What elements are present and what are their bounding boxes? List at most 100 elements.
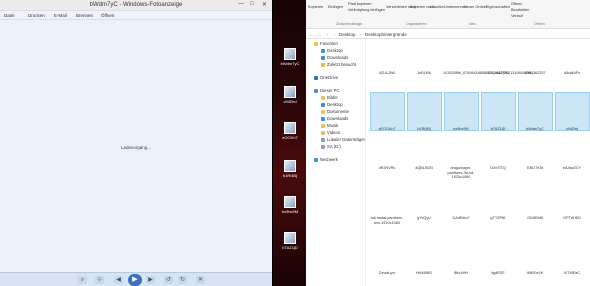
file-item[interactable]: c9IiZhd bbox=[554, 127, 590, 132]
folder-icon bbox=[321, 123, 325, 128]
photo-viewer-window: bWdm7yC - Windows-Fotoanzeige — □ ✕ Date… bbox=[0, 0, 272, 286]
drive-icon bbox=[321, 137, 325, 142]
zoom-icon[interactable]: ⌕ bbox=[78, 276, 87, 284]
file-item[interactable]: bTAZ1jD bbox=[480, 127, 516, 132]
file-item[interactable]: 1d01f06 bbox=[406, 71, 442, 76]
fit-icon[interactable]: ⊹ bbox=[95, 276, 104, 284]
close-button[interactable]: ✕ bbox=[262, 1, 267, 8]
file-item[interactable]: iXTMEaC bbox=[554, 271, 590, 276]
desktop-background: bWdm7yC c9IiZhd eOOXn7 b1Rl4Bj bx9hc9M b… bbox=[273, 0, 306, 286]
menu-datei[interactable]: Datei bbox=[4, 13, 15, 18]
delete-icon[interactable]: ✕ bbox=[196, 276, 205, 284]
file-item[interactable]: GN3R6t8 bbox=[517, 216, 553, 221]
file-item[interactable]: GAdEfeo7 bbox=[443, 216, 479, 221]
group-new-label: Neu bbox=[469, 22, 476, 26]
rotate-right-icon[interactable]: ↻ bbox=[178, 276, 187, 284]
menu-drucken[interactable]: Drucken bbox=[28, 13, 45, 18]
desktop-icon[interactable]: b1Rl4Bj bbox=[279, 160, 301, 190]
file-explorer-window: Kopieren Einfügen Pfad kopieren Verknüpf… bbox=[306, 0, 590, 286]
file-item[interactable]: eA4twZCY bbox=[554, 166, 590, 171]
file-item[interactable]: gTTZPtK bbox=[480, 216, 516, 221]
nav-favorites[interactable]: Favoriten bbox=[314, 41, 374, 48]
address-bar[interactable]: ← → ↑ › Desktop › Desktophintergründe bbox=[306, 29, 590, 39]
file-item[interactable]: 1015338fd_67698416858857_8112j2521319654… bbox=[443, 71, 533, 76]
image-file-icon bbox=[284, 196, 296, 208]
group-organize-label: Organisieren bbox=[406, 22, 427, 26]
image-file-icon bbox=[284, 48, 296, 60]
breadcrumb-folder[interactable]: Desktophintergründe bbox=[365, 32, 407, 37]
up-icon[interactable]: ↑ bbox=[326, 32, 328, 37]
file-item[interactable]: HH4B5fG bbox=[406, 271, 442, 276]
file-item[interactable]: ilgdRZE bbox=[480, 271, 516, 276]
selection-box bbox=[518, 92, 553, 131]
file-item[interactable]: GzwaLym bbox=[369, 271, 405, 276]
file-item[interactable]: b1Rl4Bj bbox=[406, 127, 442, 132]
file-item[interactable]: gYvQyU bbox=[406, 216, 442, 221]
nav-network[interactable]: Netzwerk bbox=[314, 157, 374, 164]
desktop-icon bbox=[321, 48, 325, 53]
breadcrumb-desktop[interactable]: Desktop bbox=[339, 32, 356, 37]
image-file-icon bbox=[284, 232, 296, 244]
folder-icon bbox=[321, 130, 325, 135]
desktop-icon[interactable]: eOOXn7 bbox=[279, 122, 301, 152]
desktop-icon[interactable]: bWdm7yC bbox=[279, 48, 301, 78]
ribbon: Kopieren Einfügen Pfad kopieren Verknüpf… bbox=[306, 0, 590, 29]
file-item[interactable]: IMKEuVK bbox=[517, 271, 553, 276]
forward-icon[interactable]: → bbox=[317, 32, 322, 37]
menu-oeffnen[interactable]: Öffnen bbox=[101, 13, 114, 18]
nav-onedrive[interactable]: OneDrive bbox=[314, 75, 374, 82]
file-item[interactable]: bx9hc9M bbox=[443, 127, 479, 132]
rotate-left-icon[interactable]: ↺ bbox=[164, 276, 173, 284]
minimize-button[interactable]: — bbox=[238, 1, 244, 7]
file-item[interactable]: dragonlayer-panthers-3d-hd-1920x1080 bbox=[443, 166, 479, 180]
selection-box bbox=[481, 92, 516, 131]
viewer-title: bWdm7yC - Windows-Fotoanzeige bbox=[89, 2, 183, 8]
nav-this-pc[interactable]: Dieser PC bbox=[314, 88, 374, 95]
maximize-button[interactable]: □ bbox=[250, 1, 254, 7]
file-item[interactable]: 1081d40750 bbox=[480, 71, 516, 76]
navigation-pane: Favoriten Desktop Downloads Zuletzt besu… bbox=[306, 39, 366, 286]
file-item[interactable]: EBO7K5t bbox=[517, 166, 553, 171]
file-item[interactable]: GPTdH5O bbox=[554, 216, 590, 221]
file-item[interactable]: aFOOXn7 bbox=[369, 127, 405, 132]
menu-brennen[interactable]: Brennen bbox=[76, 13, 93, 18]
open-button[interactable]: Öffnen bbox=[511, 2, 522, 6]
viewer-title-bar[interactable]: bWdm7yC - Windows-Fotoanzeige — □ ✕ bbox=[0, 0, 272, 11]
next-icon[interactable]: ▶ bbox=[146, 276, 155, 284]
properties-button[interactable]: Eigenschaften bbox=[486, 5, 510, 9]
delete-button[interactable]: Löschen bbox=[430, 5, 444, 9]
edit-button[interactable]: Bearbeiten bbox=[511, 8, 529, 12]
file-item[interactable]: A8qNAFs bbox=[554, 71, 590, 76]
selection-box bbox=[407, 92, 442, 131]
file-item[interactable]: dRJNVRv bbox=[369, 166, 405, 171]
desktop-icon[interactable]: bx9hc9M bbox=[279, 196, 301, 226]
menu-email[interactable]: E-Mail bbox=[54, 13, 67, 18]
copy-path-button[interactable]: Pfad kopieren bbox=[348, 2, 371, 6]
star-icon bbox=[314, 41, 318, 46]
file-item[interactable]: full-metal-panthers-wm-1920x1080 bbox=[369, 216, 405, 225]
new-folder-button[interactable]: Neuer Ordner bbox=[464, 5, 487, 9]
screen: bWdm7yC - Windows-Fotoanzeige — □ ✕ Date… bbox=[0, 0, 590, 286]
prev-icon[interactable]: ◀ bbox=[114, 276, 123, 284]
desktop-icon[interactable]: bTAZ1jD bbox=[279, 232, 301, 262]
file-item[interactable]: DXb7iTQ bbox=[480, 166, 516, 171]
file-item[interactable]: dQBLRZN bbox=[406, 166, 442, 171]
desktop-icon[interactable]: c9IiZhd bbox=[279, 86, 301, 116]
file-item[interactable]: bWdm7yC bbox=[517, 127, 553, 132]
folder-icon bbox=[321, 116, 325, 121]
paste-shortcut-button[interactable]: Verknüpfung einfügen bbox=[348, 8, 385, 12]
file-item[interactable]: lIZULZtW bbox=[369, 71, 405, 76]
copy-button[interactable]: Kopieren bbox=[308, 5, 323, 9]
image-file-icon bbox=[284, 86, 296, 98]
file-item[interactable]: 1384362257 bbox=[517, 71, 553, 76]
chevron-right-icon: › bbox=[360, 31, 362, 37]
viewer-menu-bar: Datei Drucken E-Mail Brennen Öffnen bbox=[0, 11, 272, 20]
back-icon[interactable]: ← bbox=[309, 32, 314, 37]
paste-button[interactable]: Einfügen bbox=[328, 5, 343, 9]
folder-icon bbox=[321, 95, 325, 100]
image-file-icon bbox=[284, 160, 296, 172]
play-icon[interactable]: ▶ bbox=[128, 274, 142, 286]
folder-icon bbox=[321, 102, 325, 107]
file-item[interactable]: iBrk4HH bbox=[443, 271, 479, 276]
history-button[interactable]: Verlauf bbox=[511, 14, 523, 18]
